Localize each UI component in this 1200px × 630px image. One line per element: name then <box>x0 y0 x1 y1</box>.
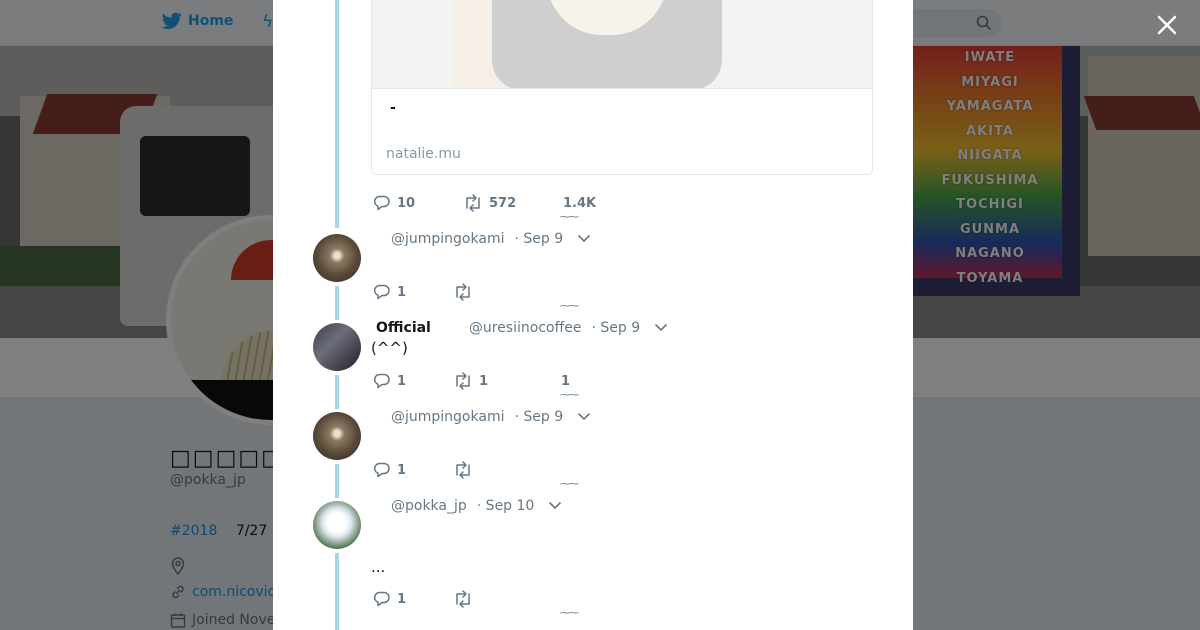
retweet-button[interactable]: 1 <box>453 372 561 390</box>
chevron-down-icon <box>578 235 590 243</box>
tweet-handle[interactable]: @jumpingokami <box>391 231 504 247</box>
tweet-avatar[interactable] <box>313 412 361 460</box>
tweet-actions: 10 572 1.4K <box>373 194 596 212</box>
reply-button[interactable]: 1 <box>373 283 453 301</box>
retweet-icon <box>456 283 470 301</box>
reply-icon <box>373 284 390 300</box>
tweet-actions: 1 1 1 <box>373 372 570 390</box>
chevron-down-icon <box>578 413 590 421</box>
reply-count: 1 <box>397 284 407 300</box>
like-button[interactable]: 1 <box>561 374 570 389</box>
tweet-header: @pokka_jp · Sep 10 <box>371 498 562 514</box>
tweet-actions: 1 <box>373 590 473 608</box>
retweet-icon <box>466 194 480 212</box>
tweet-header: Official @uresiinocoffee · Sep 9 <box>376 320 668 336</box>
retweet-button[interactable] <box>453 283 473 301</box>
card-domain: natalie.mu <box>386 146 461 162</box>
reply-button[interactable]: 1 <box>373 461 453 479</box>
card-title: - <box>390 100 396 116</box>
retweet-icon <box>456 590 470 608</box>
thread-line <box>335 553 339 630</box>
reply-icon <box>373 195 390 211</box>
reply-icon <box>373 373 390 389</box>
tweet-header: @jumpingokami · Sep 9 <box>371 231 591 247</box>
tweet-date[interactable]: · Sep 9 <box>591 320 640 336</box>
tweet-thread-modal: - natalie.mu 10 572 1.4K ⁓⁓ @jumpingokam… <box>273 0 913 630</box>
reply-button[interactable]: 1 <box>373 590 453 608</box>
reply-button[interactable]: 1 <box>373 372 453 390</box>
like-count: 1.4K <box>563 195 597 211</box>
like-icon: ⁓⁓ <box>560 608 579 619</box>
reply-button[interactable]: 10 <box>373 194 463 212</box>
thread-line <box>335 286 339 320</box>
like-button[interactable]: 1.4K <box>563 196 596 211</box>
reply-count: 1 <box>397 591 407 607</box>
tweet-author-name[interactable]: Official <box>376 320 431 336</box>
tweet-header: @jumpingokami · Sep 9 <box>371 409 591 425</box>
more-options-button[interactable] <box>654 320 668 336</box>
tweet-actions: 1 <box>373 283 473 301</box>
retweet-button[interactable] <box>453 461 473 479</box>
thread-line <box>335 375 339 409</box>
tweet-avatar[interactable] <box>313 323 361 371</box>
reply-count: 1 <box>397 373 407 389</box>
tweet-date[interactable]: · Sep 9 <box>514 231 563 247</box>
tweet-text: (^^) <box>371 339 408 357</box>
close-icon <box>1157 15 1177 35</box>
tweet-actions: 1 <box>373 461 473 479</box>
like-icon: ⁓⁓ <box>560 212 579 223</box>
tweet-avatar[interactable] <box>313 501 361 549</box>
reply-icon <box>373 591 390 607</box>
reply-icon <box>373 462 390 478</box>
card-image <box>372 0 872 89</box>
link-preview-card[interactable]: - natalie.mu <box>371 0 873 175</box>
thread-line <box>335 464 339 498</box>
more-options-button[interactable] <box>548 498 562 514</box>
more-options-button[interactable] <box>577 409 591 425</box>
tweet-handle[interactable]: @pokka_jp <box>391 498 467 514</box>
tweet-date[interactable]: · Sep 10 <box>477 498 535 514</box>
like-icon: ⁓⁓ <box>560 390 579 401</box>
tweet-handle[interactable]: @jumpingokami <box>391 409 504 425</box>
retweet-button[interactable] <box>453 590 473 608</box>
tweet-avatar[interactable] <box>313 234 361 282</box>
retweet-button[interactable]: 572 <box>463 194 563 212</box>
more-options-button[interactable] <box>577 231 591 247</box>
reply-count: 10 <box>397 195 416 211</box>
retweet-count: 572 <box>489 195 517 211</box>
like-icon: ⁓⁓ <box>560 301 579 312</box>
chevron-down-icon <box>655 324 667 332</box>
retweet-icon <box>456 372 470 390</box>
like-icon: ⁓⁓ <box>560 479 579 490</box>
close-modal-button[interactable] <box>1155 13 1179 37</box>
reply-count: 1 <box>397 462 407 478</box>
tweet-handle[interactable]: @uresiinocoffee <box>469 320 582 336</box>
like-count: 1 <box>561 373 571 389</box>
tweet-text: ... <box>371 558 386 576</box>
retweet-icon <box>456 461 470 479</box>
tweet-date[interactable]: · Sep 9 <box>514 409 563 425</box>
retweet-count: 1 <box>479 373 489 389</box>
thread-line <box>335 0 339 228</box>
chevron-down-icon <box>549 502 562 510</box>
